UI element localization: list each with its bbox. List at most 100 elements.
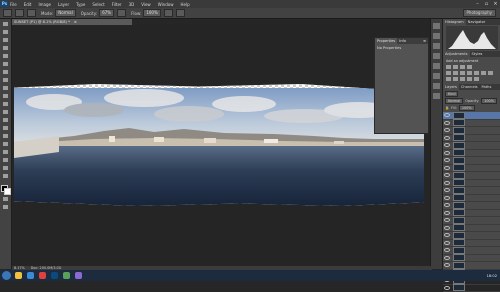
layer-row[interactable] [443,172,500,180]
lasso-tool-icon[interactable] [2,37,9,43]
shape-tool-icon[interactable] [2,157,9,163]
menu-type[interactable]: Type [76,2,85,7]
history-icon[interactable] [433,23,440,29]
history-brush-tool-icon[interactable] [2,93,9,99]
menu-view[interactable]: View [141,2,151,7]
eyedropper-tool-icon[interactable] [2,61,9,67]
invert-icon[interactable] [446,77,451,81]
app-icon[interactable] [63,272,70,279]
zoom-tool-icon[interactable] [2,173,9,179]
brush-panel-icon[interactable] [27,9,36,17]
layer-opacity-field[interactable]: 100% [481,98,497,104]
layer-row[interactable] [443,262,500,270]
layer-row[interactable] [443,120,500,128]
airbrush-icon[interactable] [164,9,173,17]
layer-row[interactable] [443,210,500,218]
tab-properties[interactable]: Properties [375,38,397,44]
opacity-field[interactable]: 67% [99,9,114,17]
visibility-eye-icon[interactable] [444,196,450,200]
selective-color-icon[interactable] [474,77,479,81]
layer-row[interactable] [443,150,500,158]
layer-row[interactable] [443,202,500,210]
visibility-eye-icon[interactable] [444,248,450,252]
layer-row[interactable] [443,112,500,120]
color-icon[interactable] [433,93,440,99]
visibility-eye-icon[interactable] [444,121,450,125]
menu-3d[interactable]: 3D [129,2,135,7]
photoshop-taskbar-icon[interactable] [51,272,58,279]
character-icon[interactable] [433,63,440,69]
panel-menu-icon[interactable]: ≡ [421,38,428,44]
menu-select[interactable]: Select [92,2,104,7]
exposure-icon[interactable] [467,65,472,69]
photo-filter-icon[interactable] [474,71,479,75]
minimize-button[interactable]: – [473,1,482,7]
start-button[interactable] [2,271,11,280]
close-button[interactable]: × [491,1,500,7]
clone-stamp-tool-icon[interactable] [2,85,9,91]
visibility-eye-icon[interactable] [444,166,450,170]
brush-tool-icon[interactable] [2,77,9,83]
crop-tool-icon[interactable] [2,53,9,59]
vibrance-icon[interactable] [446,71,451,75]
workspace-switcher[interactable]: Photography [463,9,497,17]
flow-field[interactable]: 100% [143,9,160,17]
curves-icon[interactable] [460,65,465,69]
fill-field[interactable]: 100% [459,105,475,111]
visibility-eye-icon[interactable] [444,263,450,267]
layer-row[interactable] [443,232,500,240]
background-color-swatch[interactable] [4,188,11,195]
visibility-eye-icon[interactable] [444,286,450,290]
hand-tool-icon[interactable] [2,165,9,171]
mode-select[interactable]: Normal [55,9,75,17]
layer-row[interactable] [443,225,500,233]
brush-preset-icon[interactable] [15,9,24,17]
threshold-icon[interactable] [460,77,465,81]
layer-row[interactable] [443,247,500,255]
maximize-button[interactable]: ▫ [482,1,491,7]
menu-help[interactable]: Help [180,2,189,7]
gradient-tool-icon[interactable] [2,109,9,115]
visibility-eye-icon[interactable] [444,256,450,260]
type-tool-icon[interactable] [2,141,9,147]
layer-row[interactable] [443,285,500,292]
quick-mask-icon[interactable] [2,196,9,202]
kind-filter[interactable]: Kind [445,91,458,97]
menu-file[interactable]: File [10,2,17,7]
lock-icons[interactable]: 🔒 [445,106,449,110]
visibility-eye-icon[interactable] [444,218,450,222]
gradient-map-icon[interactable] [467,77,472,81]
visibility-eye-icon[interactable] [444,143,450,147]
tab-channels[interactable]: Channels [459,84,480,90]
visibility-eye-icon[interactable] [444,181,450,185]
layer-row[interactable] [443,142,500,150]
layer-row[interactable] [443,255,500,263]
browser-icon[interactable] [27,272,34,279]
layer-row[interactable] [443,135,500,143]
paragraph-icon[interactable] [433,73,440,79]
pressure-opacity-icon[interactable] [117,9,126,17]
explorer-icon[interactable] [15,272,22,279]
layer-row[interactable] [443,157,500,165]
tab-paths[interactable]: Paths [480,84,494,90]
visibility-eye-icon[interactable] [444,188,450,192]
pen-tool-icon[interactable] [2,133,9,139]
close-document-icon[interactable]: × [74,20,77,24]
menu-edit[interactable]: Edit [24,2,32,7]
layer-row[interactable] [443,127,500,135]
move-tool-icon[interactable] [2,21,9,27]
brightness-icon[interactable] [446,65,451,69]
media-icon[interactable] [39,272,46,279]
menu-window[interactable]: Window [158,2,174,7]
visibility-eye-icon[interactable] [444,226,450,230]
menu-layer[interactable]: Layer [58,2,69,7]
layer-row[interactable] [443,187,500,195]
visibility-eye-icon[interactable] [444,241,450,245]
channel-mixer-icon[interactable] [481,71,486,75]
layer-row[interactable] [443,195,500,203]
visibility-eye-icon[interactable] [444,173,450,177]
hue-saturation-icon[interactable] [453,71,458,75]
clock[interactable]: 18:02 [487,274,497,278]
healing-brush-tool-icon[interactable] [2,69,9,75]
layer-row[interactable] [443,165,500,173]
